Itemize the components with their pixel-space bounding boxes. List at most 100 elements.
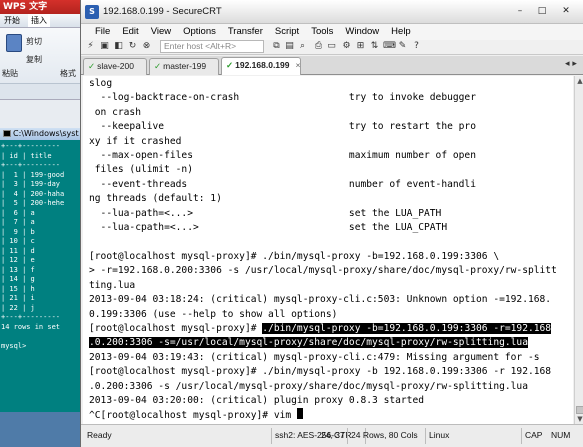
terminal-line-text: 2013-09-04 03:19:43: (critical) mysql-pr… [89, 351, 540, 363]
terminal-line-text: --lua-cpath=<...> set the LUA_CPATH [89, 222, 448, 234]
maximize-icon[interactable]: □ [533, 4, 551, 18]
cmd-line: | 6 | a [1, 208, 35, 217]
sftp-icon[interactable]: ⇅ [369, 41, 380, 52]
status-divider [521, 428, 522, 444]
status-divider [425, 428, 426, 444]
status-ready: Ready [87, 430, 112, 440]
global-options-icon[interactable]: ⊞ [355, 41, 366, 52]
terminal-line: --max-open-files maximum number of open [89, 149, 573, 163]
scrollbar-thumb[interactable] [576, 406, 583, 414]
cmd-line: +---+--------- [1, 313, 61, 321]
connected-check-icon: ✓ [226, 60, 234, 70]
cmd-output[interactable]: +---+--------- | id | title +---+---------… [0, 140, 81, 351]
cmd-line: +---+--------- [1, 161, 61, 169]
copy-icon[interactable]: ⧉ [271, 41, 282, 52]
scroll-up-icon[interactable]: ▲ [575, 76, 583, 86]
connect-icon[interactable]: ⚡ [85, 41, 96, 52]
print-icon[interactable]: ⎙ [313, 41, 324, 52]
find-icon[interactable]: ⌕ [297, 41, 308, 52]
reconnect-icon[interactable]: ↻ [127, 41, 138, 52]
wps-menubar: 开始 插入 [0, 14, 86, 28]
wps-ribbon: 剪切 复制 粘贴 格式 [0, 28, 86, 84]
terminal-line-text: --log-backtrace-on-crash try to invoke d… [89, 92, 476, 104]
paste-icon-crt[interactable]: ▤ [284, 41, 295, 52]
crt-titlebar: S 192.168.0.199 - SecureCRT – □ ✕ [81, 0, 583, 24]
wps-format-button[interactable]: 格式 [60, 68, 76, 79]
status-num: NUM [551, 430, 571, 440]
cmd-line: | 1 | 199-good [1, 170, 65, 179]
menu-window[interactable]: Window [345, 24, 379, 40]
terminal-line: 0.199:3306 (use --help to show all optio… [89, 308, 573, 322]
terminal-output[interactable]: slog --log-backtrace-on-crash try to inv… [83, 76, 573, 424]
scroll-down-icon[interactable]: ▼ [575, 414, 583, 424]
window-title: 192.168.0.199 - SecureCRT [103, 6, 222, 17]
cmd-window: C:\Windows\syst +---+--------- | id | tit… [0, 128, 82, 412]
terminal-line: 2013-09-04 03:20:00: (critical) plugin p… [89, 394, 573, 408]
menu-file[interactable]: File [95, 24, 110, 40]
tab-master-199[interactable]: ✓ master-199 [149, 58, 219, 75]
desktop-background [0, 412, 80, 447]
terminal-line-text: 0.199:3306 (use --help to show all optio… [89, 308, 338, 320]
terminal-line-text: --lua-path=<...> set the LUA_PATH [89, 207, 442, 219]
terminal-line: ^C[root@localhost mysql-proxy]# vim [89, 408, 573, 423]
wps-toolbar2 [0, 84, 86, 100]
tab-close-icon[interactable]: × [295, 60, 300, 70]
keymap-icon[interactable]: ⌨ [383, 41, 396, 52]
terminal-line-text: --event-threads number of event-handli [89, 178, 476, 190]
crt-toolbar: ⚡ ▣ ◧ ↻ ⊗ Enter host <Alt+R> ⧉ ▤ ⌕ ⎙ ▭ ⚙… [81, 40, 583, 55]
terminal-line: --event-threads number of event-handli [89, 178, 573, 192]
tab-label: slave-200 [97, 61, 134, 71]
menu-options[interactable]: Options [183, 24, 216, 40]
menu-script[interactable]: Script [275, 24, 299, 40]
tab-192-168-0-199[interactable]: ✓ 192.168.0.199 × [221, 57, 301, 75]
terminal-line-text: [root@localhost mysql-proxy]# ./bin/mysq… [89, 250, 500, 262]
cmd-line: | 10 | c [1, 237, 35, 245]
menu-tools[interactable]: Tools [311, 24, 333, 40]
cmd-title: C:\Windows\syst [13, 129, 79, 138]
terminal-line: files (ulimit -n) [89, 163, 573, 177]
script-icon[interactable]: ✎ [397, 41, 408, 52]
status-divider [271, 428, 272, 444]
disconnect-icon[interactable]: ⊗ [141, 41, 152, 52]
terminal-line-text: --keepalive try to restart the pro [89, 121, 476, 133]
paste-icon[interactable] [6, 34, 22, 52]
terminal-line-text: ^C[root@localhost mysql-proxy]# vim [89, 410, 297, 422]
tab-scroll-icon[interactable]: ◂ ▸ [565, 59, 577, 69]
wps-menu-home[interactable]: 开始 [4, 14, 20, 27]
console-icon [3, 130, 11, 137]
menu-view[interactable]: View [151, 24, 171, 40]
menu-transfer[interactable]: Transfer [228, 24, 263, 40]
connect-tab-icon[interactable]: ◧ [113, 41, 124, 52]
terminal-line: > -r=192.168.0.200:3306 -s /usr/local/my… [89, 264, 573, 278]
status-os: Linux [429, 430, 450, 440]
close-icon[interactable]: ✕ [557, 4, 575, 18]
terminal-view[interactable]: slog --log-backtrace-on-crash try to inv… [83, 76, 573, 424]
terminal-line: ng threads (default: 1) [89, 192, 573, 206]
minimize-icon[interactable]: – [511, 4, 529, 18]
cmd-line: | 5 | 200-hehe [1, 199, 65, 207]
wps-paste-button[interactable]: 粘贴 [2, 68, 18, 79]
menu-help[interactable]: Help [391, 24, 411, 40]
terminal-line: --keepalive try to restart the pro [89, 120, 573, 134]
tab-label: master-199 [163, 61, 207, 71]
terminal-line-text: .0.200:3306 -s /usr/local/mysql-proxy/sh… [89, 380, 528, 392]
vertical-scrollbar[interactable]: ▲ ▼ [574, 76, 583, 424]
cmd-line: | 12 | e [1, 256, 35, 264]
terminal-line: --log-backtrace-on-crash try to invoke d… [89, 91, 573, 105]
terminal-line-text: 2013-09-04 03:18:24: (critical) mysql-pr… [89, 294, 552, 306]
tab-slave-200[interactable]: ✓ slave-200 [83, 58, 147, 75]
crt-menubar: File Edit View Options Transfer Script T… [81, 24, 583, 40]
options-icon[interactable]: ⚙ [341, 41, 352, 52]
cmd-line: | 22 | j [1, 303, 35, 312]
menu-edit[interactable]: Edit [122, 24, 138, 40]
printer-setup-icon[interactable]: ▭ [326, 41, 337, 52]
terminal-line: ting.lua [89, 279, 573, 293]
wps-menu-insert[interactable]: 插入 [28, 14, 50, 27]
terminal-line-text: [root@localhost mysql-proxy]# [89, 322, 263, 334]
host-input[interactable]: Enter host <Alt+R> [160, 40, 264, 53]
cmd-line: 14 rows in set [1, 322, 61, 331]
help-icon[interactable]: ? [411, 41, 422, 52]
wps-cut-button[interactable]: 剪切 [26, 36, 42, 47]
quick-connect-icon[interactable]: ▣ [99, 41, 110, 52]
wps-copy-button[interactable]: 复制 [26, 54, 42, 65]
